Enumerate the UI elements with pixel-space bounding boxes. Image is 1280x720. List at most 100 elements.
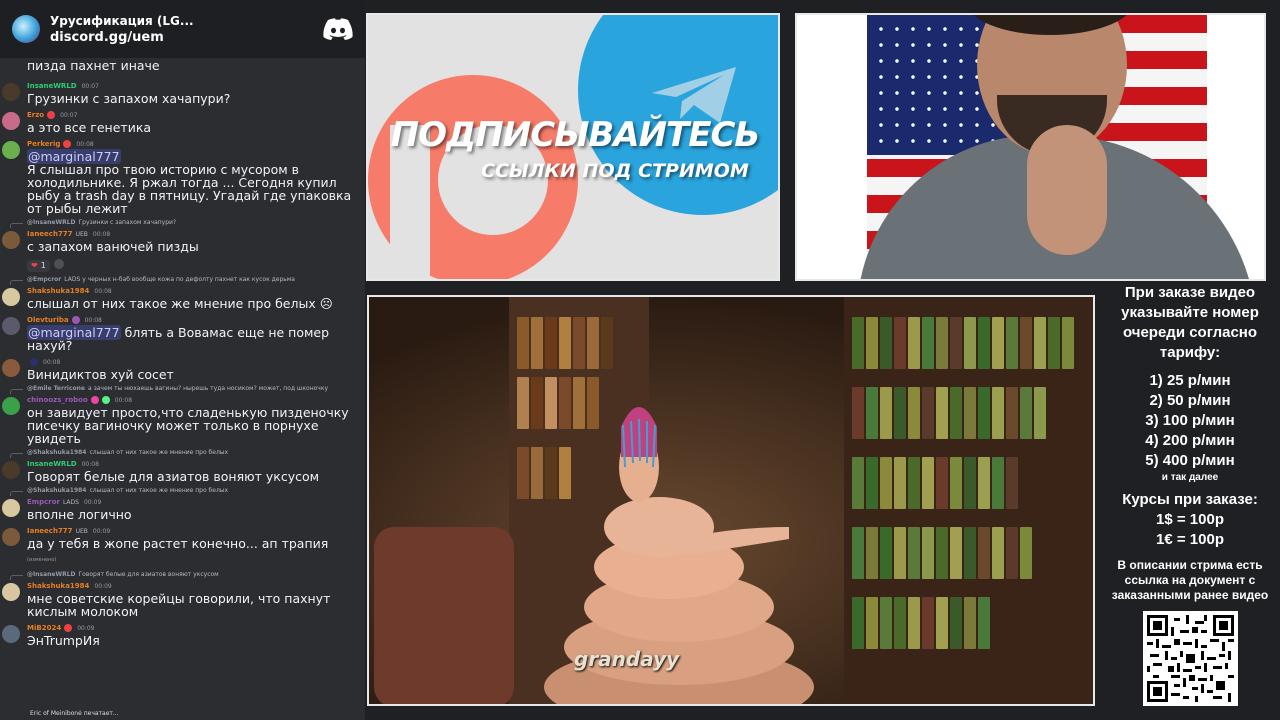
message-text: с запахом ванючей пизды xyxy=(27,239,199,254)
avatar[interactable] xyxy=(2,499,20,517)
reply-reference[interactable]: @Empcror LADS у черных н-баб вообще кожа … xyxy=(0,276,365,285)
message-text: пизда пахнет иначе xyxy=(27,58,160,73)
username[interactable]: Empcror xyxy=(27,498,60,506)
video-watermark: grandayy xyxy=(574,647,680,671)
server-icon[interactable] xyxy=(12,15,40,43)
username[interactable]: Ianeech777 xyxy=(27,527,73,535)
currency-heading: Курсы при заказе: xyxy=(1122,491,1258,508)
reply-text: а зачем ты нюхаешь вагины? нырешь туда н… xyxy=(87,385,329,392)
chat-message: Empcror LADS 00:09 вполне логично xyxy=(0,496,365,521)
avatar[interactable] xyxy=(2,317,20,335)
avatar[interactable] xyxy=(2,528,20,546)
avatar[interactable] xyxy=(2,461,20,479)
avatar[interactable] xyxy=(2,625,20,643)
role-badge-icon xyxy=(71,316,80,324)
username[interactable]: Perkerig xyxy=(27,140,60,148)
avatar[interactable] xyxy=(2,231,20,249)
message-text: а это все генетика xyxy=(27,120,152,135)
avatar[interactable] xyxy=(2,83,20,101)
promo-title: ПОДПИСЫВАЙТЕСЬ xyxy=(390,115,761,155)
username[interactable]: Erzo xyxy=(27,111,44,119)
timestamp: 00:08 xyxy=(84,316,102,324)
username[interactable]: Shakshuka1984 xyxy=(27,582,89,590)
message-body: да у тебя в жопе растет конечно... ап тр… xyxy=(27,536,329,551)
reply-username[interactable]: @Shakshuka1984 xyxy=(27,487,86,494)
avatar[interactable] xyxy=(2,288,20,306)
message-body: слышал от них такое же мнение про белых xyxy=(27,296,316,311)
stream-layout: Урусификация (LG... discord.gg/uem пизда… xyxy=(0,0,1280,720)
avatar[interactable] xyxy=(2,112,20,130)
message-text: Винидиктов хуй сосет xyxy=(27,367,174,382)
message-text: да у тебя в жопе растет конечно... ап тр… xyxy=(27,537,359,567)
avatar[interactable] xyxy=(2,141,20,159)
username[interactable]: Olevturiba xyxy=(27,316,69,324)
avatar[interactable] xyxy=(2,583,20,601)
currency-rate: 1$ = 100р xyxy=(1156,511,1224,528)
role-badge-icon xyxy=(101,396,110,404)
chat-panel: Урусификация (LG... discord.gg/uem пизда… xyxy=(0,0,365,720)
server-invite-link[interactable]: discord.gg/uem xyxy=(50,30,323,45)
flag-icon xyxy=(30,358,38,366)
chat-message: Shakshuka1984 00:09 мне советские корейцы… xyxy=(0,580,365,618)
timestamp: 00:09 xyxy=(77,624,95,632)
timestamp: 00:08 xyxy=(94,287,112,295)
username[interactable]: Shakshuka1984 xyxy=(27,287,89,295)
timestamp: 00:08 xyxy=(114,396,133,404)
reply-username[interactable]: @InsaneWRLD xyxy=(27,571,76,578)
username[interactable]: chinoozs_roboo xyxy=(27,396,88,404)
promo-subtitle: ССЫЛКИ ПОД СТРИМОМ xyxy=(481,160,749,182)
chat-message: InsaneWRLD 00:08 Говорят белые для азиато… xyxy=(0,458,365,483)
username[interactable]: Ianeech777 xyxy=(27,230,73,238)
add-reaction-icon[interactable] xyxy=(53,258,64,269)
clan-tag: UEB xyxy=(75,230,88,238)
reaction-count: 1 xyxy=(40,261,46,270)
reply-username[interactable]: @Emile Terricone xyxy=(27,385,85,392)
chat-message: Ianeech777 UEB 00:09 да у тебя в жопе раст… xyxy=(0,525,365,567)
reply-reference[interactable]: @InsaneWRLD Грузинки с запахом хачапури? xyxy=(0,219,365,228)
username[interactable]: InsaneWRLD xyxy=(27,460,77,468)
role-badge-icon xyxy=(63,140,72,148)
reply-username[interactable]: @InsaneWRLD xyxy=(27,219,76,226)
reply-reference[interactable]: @Shakshuka1984 слышал от них такое же мне… xyxy=(0,487,365,496)
rate-item: 1) 25 р/мин xyxy=(1149,372,1231,389)
timestamp: 00:08 xyxy=(76,140,94,148)
reply-reference[interactable]: @Emile Terricone а зачем ты нюхаешь вагин… xyxy=(0,385,365,394)
message-text: @marginal777 Я слышал про твою историю с … xyxy=(27,149,359,216)
rate-etc: и так далее xyxy=(1161,472,1219,483)
reply-username[interactable]: @Empcror xyxy=(27,276,61,283)
order-instructions: При заказе видео указывайте номер очеред… xyxy=(1121,284,1259,361)
rate-list: 1) 25 р/мин 2) 50 р/мин 3) 100 р/мин 4) … xyxy=(1100,371,1280,471)
clan-tag: LADS xyxy=(64,276,81,283)
chat-message: InsaneWRLD 00:07 Грузинки с запахом хачап… xyxy=(0,80,365,105)
reaction-button[interactable]: ❤ 1 xyxy=(27,259,50,272)
qr-code-icon xyxy=(1142,611,1238,706)
promo-banner: ПОДПИСЫВАЙТЕСЬ ССЫЛКИ ПОД СТРИМОМ xyxy=(366,13,780,281)
message-text: Говорят белые для азиатов воняют уксусом xyxy=(27,469,320,484)
heart-icon: ❤ xyxy=(31,261,38,270)
discord-icon xyxy=(323,18,353,40)
chat-message: Shakshuka1984 00:08 слышал от них такое ж… xyxy=(0,285,365,310)
avatar[interactable] xyxy=(2,359,20,377)
message-body: Я слышал про твою историю с мусором в хо… xyxy=(27,162,352,216)
typing-indicator: Eric of Meinibonė печатает... xyxy=(30,710,119,717)
username[interactable]: MiB2024 xyxy=(27,624,61,632)
role-badge-icon xyxy=(90,396,99,404)
timestamp: 00:07 xyxy=(81,82,99,90)
reply-text: у черных н-баб вообще кожа по дефолту па… xyxy=(82,276,295,283)
reply-username[interactable]: @Shakshuka1984 xyxy=(27,449,86,456)
order-info-panel: При заказе видео указывайте номер очеред… xyxy=(1100,283,1280,720)
reply-text: Говорят белые для азиатов воняют уксусом xyxy=(78,571,219,578)
rate-item: 2) 50 р/мин xyxy=(1149,392,1231,409)
video-player[interactable]: grandayy xyxy=(367,295,1095,706)
timestamp: 00:08 xyxy=(43,358,61,366)
username[interactable]: InsaneWRLD xyxy=(27,82,77,90)
chat-message: Erzo 00:07 а это все генетика xyxy=(0,109,365,134)
avatar[interactable] xyxy=(2,397,20,415)
message-text: вполне логично xyxy=(27,507,132,522)
reply-reference[interactable]: @Shakshuka1984 слышал от них такое же мне… xyxy=(0,449,365,458)
chat-message: MiB2024 00:09 ЭнTrumpИя xyxy=(0,622,365,647)
role-badge-icon xyxy=(64,624,73,632)
webcam-feed xyxy=(795,13,1266,281)
role-badge-icon xyxy=(47,111,56,119)
reply-reference[interactable]: @InsaneWRLD Говорят белые для азиатов вон… xyxy=(0,571,365,580)
